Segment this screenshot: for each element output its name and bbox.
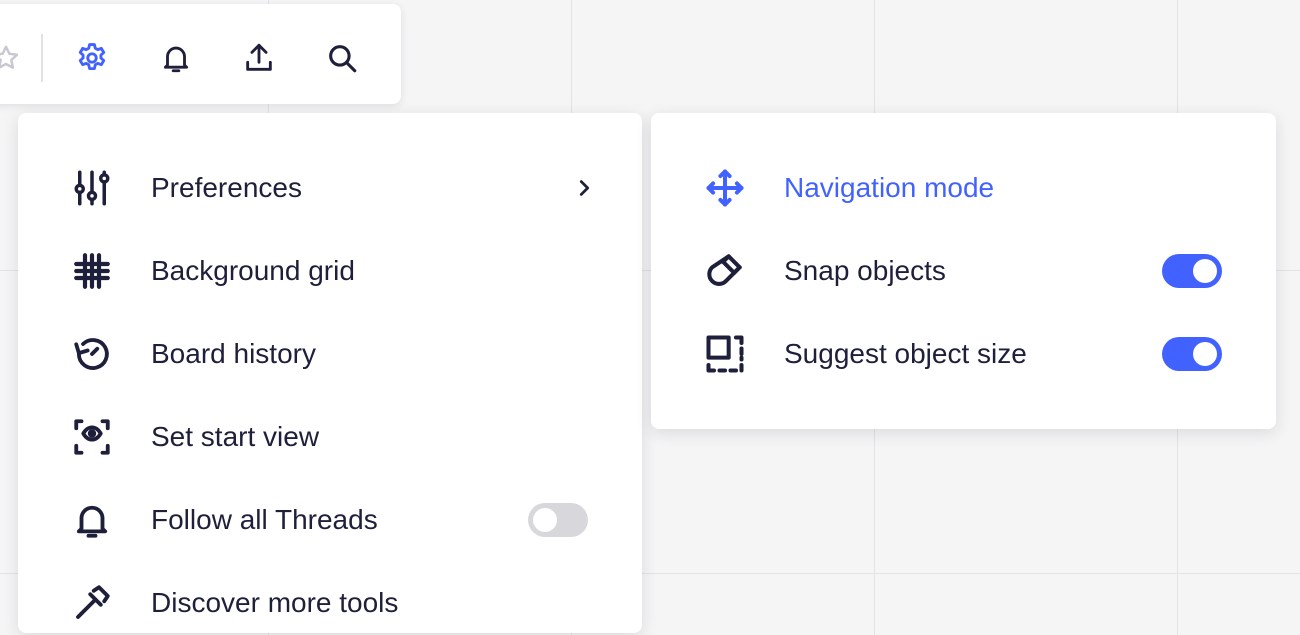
menu-item-label: Set start view	[151, 421, 320, 452]
settings-gear-icon	[75, 41, 109, 75]
notifications-button[interactable]	[152, 34, 200, 82]
settings-button[interactable]	[68, 34, 116, 82]
menu-item-background-grid[interactable]: Background grid	[18, 239, 642, 303]
menu-item-board-history[interactable]: Board history	[18, 322, 642, 386]
toggle-knob	[1193, 259, 1217, 283]
submenu-item-suggest-object-size[interactable]: Suggest object size	[651, 322, 1276, 386]
grid-icon	[68, 247, 116, 295]
upload-icon	[242, 41, 276, 75]
snap-objects-toggle[interactable]	[1162, 254, 1222, 288]
suggest-size-toggle[interactable]	[1162, 337, 1222, 371]
menu-item-preferences[interactable]: Preferences	[18, 156, 642, 220]
search-icon	[325, 41, 359, 75]
toggle-knob	[1193, 342, 1217, 366]
menu-item-set-start-view[interactable]: Set start view	[18, 405, 642, 469]
toolbar-divider	[41, 34, 43, 82]
submenu-item-label: Suggest object size	[784, 338, 1027, 369]
bell-icon	[159, 41, 193, 75]
settings-menu: Preferences Background grid Board histor…	[18, 113, 642, 633]
follow-threads-toggle[interactable]	[528, 503, 588, 537]
submenu-item-label: Snap objects	[784, 255, 946, 286]
history-icon	[68, 330, 116, 378]
star-button[interactable]	[0, 34, 30, 82]
board-toolbar	[0, 4, 401, 104]
menu-item-label: Discover more tools	[151, 587, 399, 618]
tools-icon	[68, 579, 116, 627]
start-view-eye-icon	[68, 413, 116, 461]
menu-item-label: Preferences	[151, 172, 302, 203]
object-size-icon	[701, 330, 749, 378]
bell-icon	[68, 496, 116, 544]
menu-item-discover-more-tools[interactable]: Discover more tools	[18, 571, 642, 635]
submenu-item-navigation-mode[interactable]: Navigation mode	[651, 156, 1276, 220]
menu-item-label: Board history	[151, 338, 316, 369]
menu-item-label: Background grid	[151, 255, 355, 286]
submenu-item-snap-objects[interactable]: Snap objects	[651, 239, 1276, 303]
magnet-icon	[701, 247, 749, 295]
menu-item-label: Follow all Threads	[151, 504, 378, 535]
move-arrows-icon	[701, 164, 749, 212]
search-button[interactable]	[318, 34, 366, 82]
star-icon	[0, 43, 21, 73]
preferences-submenu: Navigation mode Snap objects Suggest obj…	[651, 113, 1276, 429]
sliders-icon	[68, 164, 116, 212]
submenu-item-label: Navigation mode	[784, 172, 995, 203]
menu-item-follow-all-threads[interactable]: Follow all Threads	[18, 488, 642, 552]
share-upload-button[interactable]	[235, 34, 283, 82]
chevron-right-icon	[572, 176, 596, 200]
toggle-knob	[533, 508, 557, 532]
